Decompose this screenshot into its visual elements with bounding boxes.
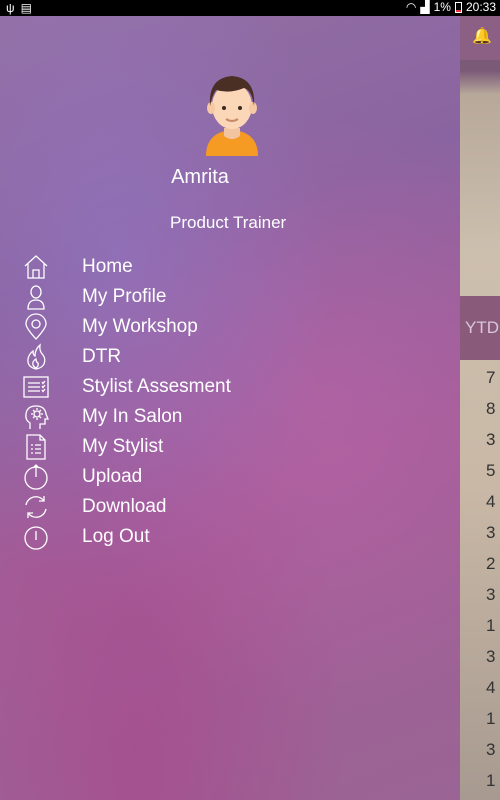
power-icon <box>24 526 48 550</box>
table-cell: 7 <box>486 368 496 387</box>
menu-label: DTR <box>82 346 122 367</box>
notification-icon: ▤ <box>20 1 32 15</box>
background-toolbar: 🔔 <box>460 16 500 60</box>
navigation-drawer: Amrita Product Trainer Home My Profile M… <box>0 16 460 800</box>
refresh-icon <box>25 496 47 518</box>
table-cell: 3 <box>486 430 496 449</box>
menu-label: Download <box>82 496 167 517</box>
table-cell: 5 <box>486 461 496 480</box>
background-screen: 🔔 YTD 7 8 3 5 4 3 2 3 1 3 4 1 3 1 <box>460 16 500 800</box>
checklist-icon <box>23 376 49 398</box>
clock: 20:33 <box>465 0 496 14</box>
location-pin-icon <box>25 313 47 340</box>
menu-label: My Workshop <box>82 316 198 337</box>
ytd-column-header: YTD <box>465 318 499 337</box>
table-cell: 1 <box>486 771 496 790</box>
menu-item-home[interactable]: Home <box>0 252 460 282</box>
table-cell: 3 <box>486 523 496 542</box>
menu-item-dtr[interactable]: DTR <box>0 342 460 372</box>
menu-item-stylist-assesment[interactable]: Stylist Assesment <box>0 372 460 402</box>
table-cell: 2 <box>486 554 496 573</box>
status-bar: ψ ▤ ◠ ▟ 1% 20:33 <box>0 0 500 16</box>
profile-name: Amrita <box>171 166 229 188</box>
table-cell: 3 <box>486 647 496 666</box>
signal-icon: ▟ <box>420 0 430 14</box>
table-cell: 1 <box>486 709 496 728</box>
battery-percent: 1% <box>433 0 451 14</box>
usb-icon: ψ <box>6 1 15 15</box>
menu-item-my-stylist[interactable]: My Stylist <box>0 432 460 462</box>
menu-label: My Profile <box>82 286 167 307</box>
ytd-values: 7 8 3 5 4 3 2 3 1 3 4 1 3 1 <box>486 362 495 796</box>
menu-label: Upload <box>82 466 143 487</box>
home-icon <box>24 255 48 279</box>
table-cell: 3 <box>486 585 496 604</box>
menu-label: Stylist Assesment <box>82 376 231 397</box>
table-cell: 8 <box>486 399 496 418</box>
menu-label: Log Out <box>82 526 150 547</box>
document-icon <box>26 434 46 460</box>
profile-name-row: Amrita <box>0 166 460 189</box>
menu-label: My Stylist <box>82 436 164 457</box>
table-cell: 4 <box>486 678 496 697</box>
menu-item-my-profile[interactable]: My Profile <box>0 282 460 312</box>
bell-icon[interactable]: 🔔 <box>472 26 492 46</box>
menu-item-my-workshop[interactable]: My Workshop <box>0 312 460 342</box>
head-gear-icon <box>25 405 49 429</box>
table-cell: 3 <box>486 740 496 759</box>
person-icon <box>27 285 45 310</box>
menu-item-upload[interactable]: Upload <box>0 462 460 492</box>
menu-label: My In Salon <box>82 406 183 427</box>
flame-icon <box>27 343 46 370</box>
menu-item-my-in-salon[interactable]: My In Salon <box>0 402 460 432</box>
table-cell: 4 <box>486 492 496 511</box>
profile-role: Product Trainer <box>170 213 287 232</box>
menu-label: Home <box>82 256 133 277</box>
menu-item-log-out[interactable]: Log Out <box>0 522 460 552</box>
avatar[interactable] <box>200 70 264 156</box>
upload-icon <box>24 464 48 490</box>
table-cell: 1 <box>486 616 496 635</box>
battery-icon <box>454 1 462 13</box>
wifi-icon: ◠ <box>405 0 417 14</box>
drawer-menu: Home My Profile My Workshop DTR Stylist … <box>0 252 460 552</box>
menu-item-download[interactable]: Download <box>0 492 460 522</box>
